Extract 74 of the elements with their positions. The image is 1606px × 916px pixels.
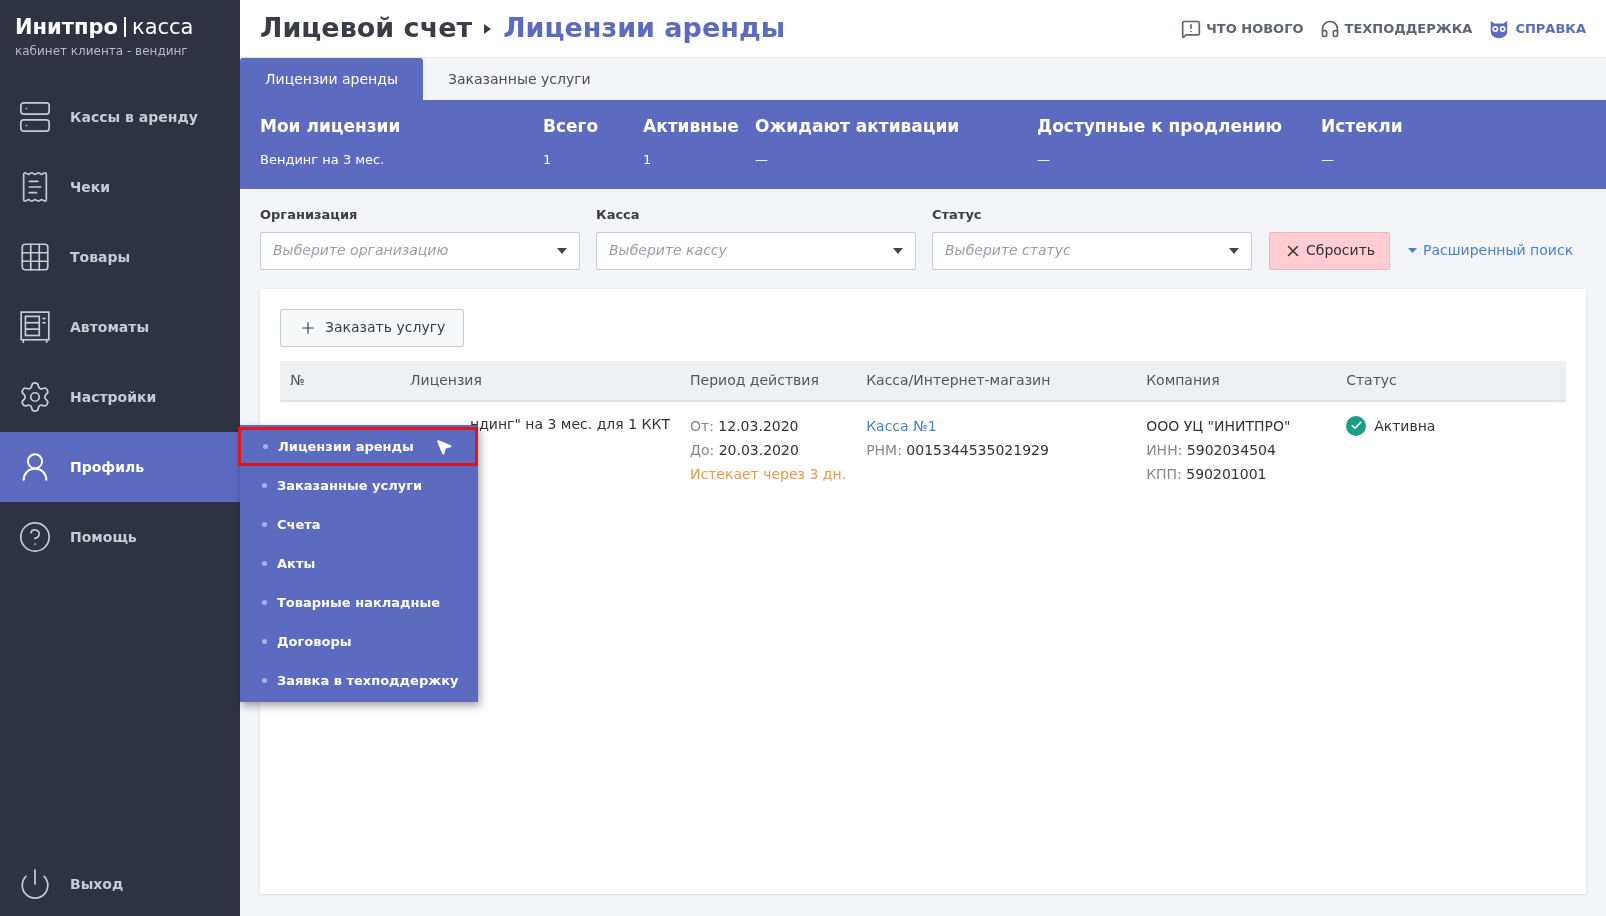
filter-select[interactable]: Выберите кассу xyxy=(596,231,916,270)
company-name: ООО УЦ "ИНИТПРО" xyxy=(1146,416,1292,436)
filter-select[interactable]: Выберите статус xyxy=(932,231,1252,270)
summary-value: — xyxy=(755,150,769,169)
submenu-item[interactable]: Лицензии аренды xyxy=(238,427,478,466)
advanced-search-link[interactable]: Расширенный поиск xyxy=(1408,231,1574,270)
dropdown-caret-icon xyxy=(1229,247,1239,254)
period-from: От: 12.03.2020 xyxy=(690,416,800,436)
filter-label: Касса xyxy=(596,206,641,224)
caret-down-icon xyxy=(1408,248,1418,253)
column-header: Компания xyxy=(1136,360,1337,401)
settings-icon xyxy=(18,380,52,415)
logout-item[interactable]: Выход xyxy=(0,852,240,916)
brand-product: касса xyxy=(131,14,194,41)
header-link[interactable]: ЧТО НОВОГО xyxy=(1181,18,1304,39)
submenu-item[interactable]: Заявка в техподдержку xyxy=(240,661,478,700)
sidebar-item[interactable]: Помощь xyxy=(0,502,240,573)
tab[interactable]: Заказанные услуги xyxy=(423,58,616,100)
headset-icon xyxy=(1319,18,1340,39)
header-link[interactable]: СПРАВКА xyxy=(1488,17,1586,40)
sidebar-item[interactable]: Профиль xyxy=(0,432,240,503)
summary-value: 1 xyxy=(543,150,553,169)
column-header: Касса/Интернет-магазин xyxy=(856,360,1137,401)
help-icon xyxy=(18,520,52,555)
tab[interactable]: Лицензии аренды xyxy=(240,58,423,100)
chevron-right-icon xyxy=(484,23,492,34)
server-icon xyxy=(18,100,52,135)
status-text: Активна xyxy=(1374,416,1436,436)
breadcrumb-parent[interactable]: Лицевой счет xyxy=(260,8,473,49)
brand-subtitle: кабинет клиента - вендинг xyxy=(15,43,189,61)
summary-value: 1 xyxy=(643,150,653,169)
dropdown-caret-icon xyxy=(557,247,567,254)
sidebar-item[interactable]: Кассы в аренду xyxy=(0,82,240,153)
submenu-item[interactable]: Товарные накладные xyxy=(240,583,478,622)
summary-title: Истекли xyxy=(1321,115,1404,138)
sidebar-item[interactable]: Настройки xyxy=(0,362,240,433)
brand-name: Инитпро xyxy=(15,14,118,41)
column-header: № xyxy=(280,360,400,401)
summary-title: Всего xyxy=(543,115,600,138)
message-alert-icon xyxy=(1181,18,1202,39)
filter-label: Статус xyxy=(932,206,983,224)
summary-title: Доступные к продлению xyxy=(1037,115,1284,138)
submenu-item[interactable]: Акты xyxy=(240,544,478,583)
rnm-number: РНМ: 0015344535021929 xyxy=(866,440,1050,460)
summary-value: — xyxy=(1321,150,1335,169)
submenu-item[interactable]: Договоры xyxy=(240,622,478,661)
vending-machine-icon xyxy=(18,310,52,345)
power-icon xyxy=(18,867,52,901)
expiry-note: Истекает через 3 дн. xyxy=(690,464,847,484)
submenu-item[interactable]: Заказанные услуги xyxy=(240,466,478,505)
submenu-item[interactable]: Счета xyxy=(240,505,478,544)
filter-label: Организация xyxy=(260,206,359,224)
column-header: Период действия xyxy=(680,360,857,401)
column-header: Статус xyxy=(1336,360,1566,401)
period-to: До: 20.03.2020 xyxy=(690,440,800,460)
summary-title: Ожидают активации xyxy=(755,115,961,138)
sidebar-item[interactable]: Чеки xyxy=(0,152,240,223)
summary-title: Мои лицензии xyxy=(260,115,402,138)
sidebar-item[interactable]: Автоматы xyxy=(0,292,240,363)
reset-button[interactable]: Сбросить xyxy=(1269,231,1391,270)
kassa-link[interactable]: Касса №1 xyxy=(866,413,937,438)
kpp-number: КПП: 590201001 xyxy=(1146,464,1268,484)
header-link[interactable]: ТЕХПОДДЕРЖКА xyxy=(1319,18,1473,39)
summary-value: Вендинг на 3 мес. xyxy=(260,150,386,169)
cursor-icon xyxy=(435,438,453,456)
inn-number: ИНН: 5902034504 xyxy=(1146,440,1277,460)
dropdown-caret-icon xyxy=(893,247,903,254)
sidebar-item[interactable]: Товары xyxy=(0,222,240,293)
column-header: Лицензия xyxy=(400,360,680,401)
filter-select[interactable]: Выберите организацию xyxy=(260,231,580,270)
page-title: Лицензии аренды xyxy=(503,11,786,46)
summary-title: Активные xyxy=(643,115,740,138)
summary-value: — xyxy=(1037,150,1051,169)
order-service-button[interactable]: Заказать услугу xyxy=(280,308,465,347)
